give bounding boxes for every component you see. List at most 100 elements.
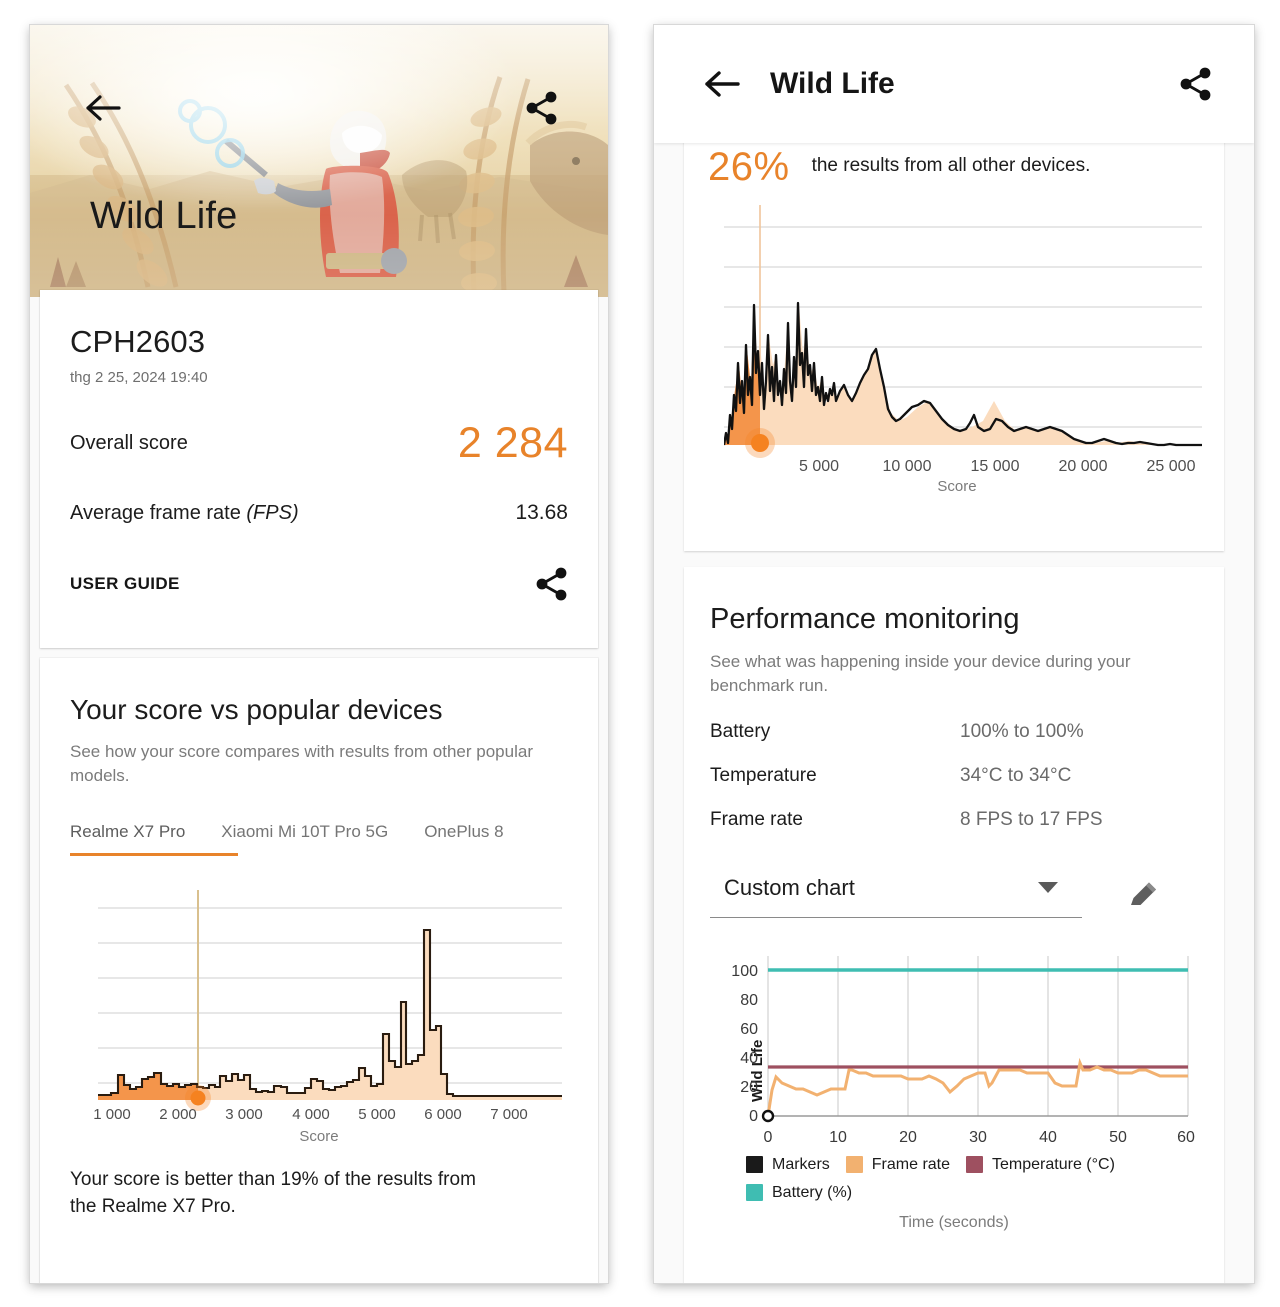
all-devices-distribution-plot: 5 000 10 000 15 000 20 000 25 000 Score (724, 205, 1202, 493)
compare-footer: Your score is better than 19% of the res… (40, 1145, 598, 1221)
frame-rate-value: 13.68 (515, 501, 568, 524)
svg-text:5 000: 5 000 (358, 1106, 396, 1122)
performance-monitoring-plot: Wild Life 100 80 60 40 20 0 0 10 20 30 4… (731, 955, 1195, 1146)
share-icon (1180, 67, 1211, 101)
marker-point (761, 1109, 775, 1123)
legend-label-battery: Battery (%) (772, 1183, 853, 1201)
legend-swatch-temperature (966, 1156, 984, 1174)
edit-chart-button[interactable] (1126, 879, 1160, 913)
svg-text:6 000: 6 000 (424, 1106, 462, 1122)
stat-row-temperature: Temperature 34°C to 34°C (710, 765, 1198, 787)
svg-text:40: 40 (740, 1050, 758, 1067)
svg-text:10: 10 (829, 1129, 847, 1146)
svg-text:0: 0 (764, 1129, 773, 1146)
svg-text:7 000: 7 000 (490, 1106, 528, 1122)
x-axis-ticks: 0 10 20 30 40 50 60 (764, 1129, 1195, 1146)
frame-rate-row: Average frame rate (FPS) 13.68 (70, 501, 568, 525)
device-tabs: Realme X7 Pro Xiaomi Mi 10T Pro 5G OnePl… (70, 822, 568, 857)
svg-text:3 000: 3 000 (225, 1106, 263, 1122)
tab-xiaomi-mi-10t-pro-5g[interactable]: Xiaomi Mi 10T Pro 5G (221, 822, 388, 856)
app-bar-title: Wild Life (770, 67, 895, 100)
hero-overlay (30, 25, 608, 297)
user-guide-button[interactable]: USER GUIDE (70, 574, 180, 594)
tab-oneplus-8[interactable]: OnePlus 8 (424, 822, 503, 856)
legend-item-temperature: Temperature (°C) (966, 1156, 1115, 1174)
your-score-marker (751, 434, 769, 452)
chart-legend: Markers Frame rate Temperature (°C) Batt… (710, 1150, 1180, 1202)
back-button[interactable] (85, 93, 121, 123)
tab-realme-x7-pro[interactable]: Realme X7 Pro (70, 822, 185, 856)
svg-text:40: 40 (1039, 1129, 1057, 1146)
percentile-text: the results from all other devices. (811, 155, 1091, 176)
pencil-icon (1131, 882, 1156, 906)
performance-chart: Wild Life 100 80 60 40 20 0 0 10 20 30 4… (710, 950, 1198, 1150)
run-timestamp: thg 2 25, 2024 19:40 (70, 369, 208, 386)
arrow-left-icon (86, 95, 121, 121)
your-score-marker (190, 1090, 206, 1106)
svg-text:5 000: 5 000 (799, 458, 839, 475)
distribution-area-light (98, 930, 562, 1101)
score-distribution-plot: 1 000 2 000 3 000 4 000 5 000 6 000 7 00… (93, 890, 562, 1122)
arrow-left-icon (705, 71, 740, 97)
svg-text:60: 60 (740, 1021, 758, 1038)
app-bar: Wild Life (654, 25, 1254, 143)
svg-text:20: 20 (899, 1129, 917, 1146)
legend-item-markers: Markers (746, 1156, 830, 1174)
share-button[interactable] (526, 91, 558, 125)
hero-banner: Wild Life (30, 25, 608, 297)
share-icon (526, 91, 557, 125)
legend-label-markers: Markers (772, 1155, 830, 1173)
overall-score-label: Overall score (70, 432, 188, 454)
chart-type-select[interactable]: Custom chart (710, 875, 1082, 918)
screenshot-root: Wild Life CPH2603 thg 2 25, 2024 19:40 O… (0, 0, 1280, 1307)
svg-text:25 000: 25 000 (1147, 458, 1196, 475)
compare-card: Your score vs popular devices See how yo… (40, 658, 598, 1283)
svg-text:0: 0 (749, 1108, 758, 1125)
back-button[interactable] (704, 69, 740, 99)
stat-row-frame-rate: Frame rate 8 FPS to 17 FPS (710, 809, 1198, 831)
overall-score-row: Overall score 2 284 (70, 422, 568, 465)
performance-monitoring-card: Performance monitoring See what was happ… (684, 567, 1224, 1283)
legend-item-battery: Battery (%) (746, 1184, 1180, 1202)
frame-rate-label: Average frame rate (FPS) (70, 502, 299, 525)
frame-rate-label-text: Average frame rate (70, 501, 247, 524)
compare-footer-line1: Your score is better than 19% of the res… (70, 1169, 476, 1191)
svg-text:20: 20 (740, 1079, 758, 1096)
legend-swatch-battery (746, 1184, 763, 1202)
device-name: CPH2603 (70, 324, 206, 359)
share-button[interactable] (1180, 67, 1212, 101)
score-distribution-chart: 1 000 2 000 3 000 4 000 5 000 6 000 7 00… (70, 890, 568, 1145)
x-axis-ticks: 1 000 2 000 3 000 4 000 5 000 6 000 7 00… (93, 1106, 528, 1122)
svg-text:1 000: 1 000 (93, 1106, 131, 1122)
svg-text:60: 60 (1177, 1129, 1195, 1146)
legend-label-temperature: Temperature (°C) (992, 1155, 1115, 1173)
performance-title: Performance monitoring (710, 603, 1020, 635)
all-devices-card: 26% the results from all other devices. (684, 133, 1224, 551)
stat-label-temperature: Temperature (710, 764, 817, 786)
active-tab-indicator (70, 853, 238, 857)
legend-swatch-frame-rate (845, 1156, 863, 1174)
x-axis-ticks: 5 000 10 000 15 000 20 000 25 000 (799, 458, 1196, 475)
svg-text:100: 100 (731, 963, 758, 980)
compare-subtitle: See how your score compares with results… (70, 742, 533, 786)
right-phone-panel: 26% the results from all other devices. (654, 25, 1254, 1283)
percentile-value: 26% (708, 145, 790, 189)
legend-swatch-markers (746, 1156, 763, 1174)
share-result-button[interactable] (536, 567, 568, 601)
chart-type-value: Custom chart (724, 874, 855, 900)
chevron-down-icon (1038, 881, 1058, 893)
stat-value-temperature: 34°C to 34°C (960, 764, 1072, 786)
svg-text:4 000: 4 000 (292, 1106, 330, 1122)
compare-footer-line2: the Realme X7 Pro. (70, 1196, 236, 1218)
score-card: CPH2603 thg 2 25, 2024 19:40 Overall sco… (40, 290, 598, 648)
performance-subtitle: See what was happening inside your devic… (710, 652, 1131, 696)
chart-controls: Custom chart (710, 875, 1198, 918)
svg-text:2 000: 2 000 (159, 1106, 197, 1122)
left-phone-panel: Wild Life CPH2603 thg 2 25, 2024 19:40 O… (30, 25, 608, 1283)
gridlines (98, 907, 562, 1084)
svg-text:20 000: 20 000 (1059, 458, 1108, 475)
svg-text:30: 30 (969, 1129, 987, 1146)
stat-value-battery: 100% to 100% (960, 720, 1084, 742)
legend-label-frame-rate: Frame rate (871, 1155, 951, 1173)
stat-row-battery: Battery 100% to 100% (710, 721, 1198, 743)
